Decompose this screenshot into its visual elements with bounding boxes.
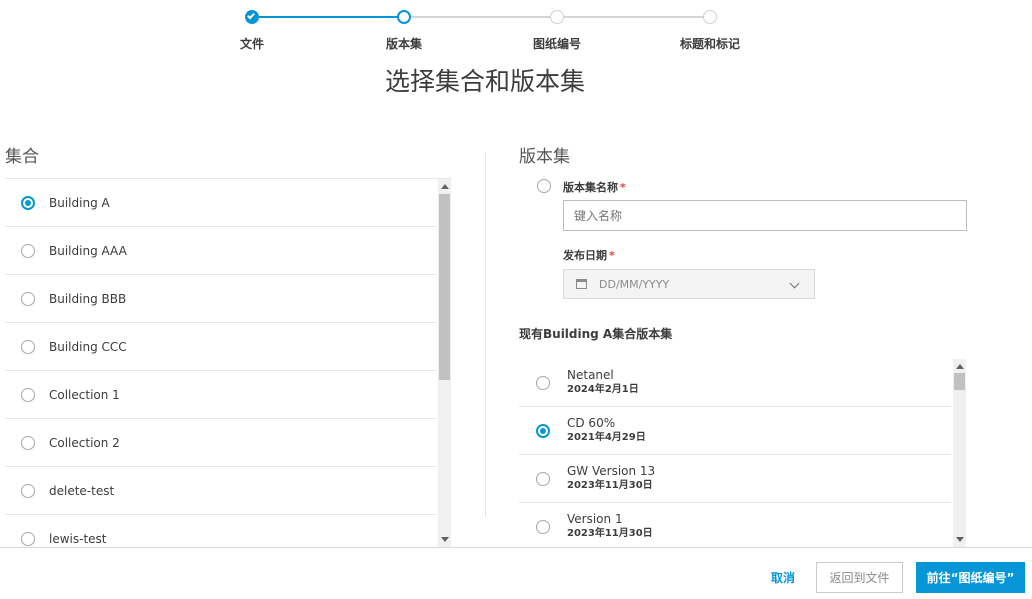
panel-divider [485,152,486,517]
collection-item[interactable]: Building BBB [5,275,437,323]
required-mark: * [620,181,626,194]
version-set-text: CD 60% 2021年4月29日 [567,416,646,445]
version-set-date: 2024年2月1日 [567,384,639,395]
version-set-date: 2023年11月30日 [567,528,653,539]
collection-item[interactable]: Building CCC [5,323,437,371]
collection-label: lewis-test [49,531,107,546]
step-label-titles-tags: 标题和标记 [679,37,740,51]
version-set-text: GW Version 13 2023年11月30日 [567,464,655,493]
step-dot-titles-tags [703,10,717,24]
step-dot-sheet-numbers [550,10,564,24]
new-version-set-radio[interactable] [537,179,551,193]
date-placeholder: DD/MM/YYYY [599,277,670,291]
radio-button[interactable] [21,339,35,354]
radio-button[interactable] [21,435,35,450]
scroll-down-arrow-icon[interactable] [956,537,964,542]
collection-label: Collection 2 [49,435,120,450]
release-date-label-text: 发布日期 [563,249,607,262]
wizard-stepper: 文件 版本集 图纸编号 标题和标记 [0,0,1032,60]
release-date-label: 发布日期 * [563,247,615,263]
version-sets-title: 版本集 [519,147,570,167]
version-set-item[interactable]: Version 1 2023年11月30日 [519,503,951,547]
release-date-picker[interactable]: DD/MM/YYYY [563,269,815,299]
step-connector-2 [411,16,551,18]
step-label-version-set: 版本集 [385,37,422,51]
radio-button[interactable] [21,195,35,210]
cancel-button[interactable]: 取消 [760,562,806,593]
collection-item[interactable]: lewis-test [5,515,437,547]
existing-version-sets-label: 现有Building A集合版本集 [519,327,673,341]
scroll-up-arrow-icon[interactable] [441,184,449,189]
collection-item[interactable]: delete-test [5,467,437,515]
collection-label: Building AAA [49,243,127,258]
version-set-name: Netanel [567,368,614,382]
version-set-name: Version 1 [567,512,623,526]
radio-button[interactable] [21,387,35,402]
scroll-down-arrow-icon[interactable] [441,537,449,542]
version-set-text: Netanel 2024年2月1日 [567,368,639,397]
back-to-files-button[interactable]: 返回到文件 [816,562,903,593]
step-connector-3 [564,16,704,18]
radio-button[interactable] [536,519,550,534]
scroll-up-arrow-icon[interactable] [956,364,964,369]
collection-label: Building CCC [49,339,127,354]
collection-scrollbar-thumb[interactable] [439,194,450,380]
step-label-files: 文件 [239,37,264,51]
existing-version-set-list: Netanel 2024年2月1日 CD 60% 2021年4月29日 GW V… [519,359,967,547]
collection-label: Building A [49,195,110,210]
version-set-text: Version 1 2023年11月30日 [567,512,653,541]
version-set-date: 2023年11月30日 [567,480,653,491]
collection-item[interactable]: Collection 2 [5,419,437,467]
radio-button[interactable] [21,531,35,546]
version-set-name-label: 版本集名称 * [563,179,626,195]
radio-button[interactable] [536,375,550,390]
collection-label: Collection 1 [49,387,120,402]
version-set-scrollbar-thumb[interactable] [954,373,965,390]
check-icon [247,11,255,20]
version-set-name: GW Version 13 [567,464,656,478]
radio-button[interactable] [536,471,550,486]
radio-button[interactable] [536,423,550,438]
version-set-name-input[interactable] [563,200,967,231]
chevron-down-icon[interactable] [789,278,800,289]
step-dot-files [245,10,259,24]
version-set-name: CD 60% [567,416,616,430]
collection-item[interactable]: Building A [5,179,437,227]
collection-item[interactable]: Collection 1 [5,371,437,419]
version-set-name-label-text: 版本集名称 [563,181,618,194]
collection-list: Building A Building AAA Building BBB Bui… [5,178,452,547]
version-set-item[interactable]: CD 60% 2021年4月29日 [519,407,951,455]
radio-button[interactable] [21,243,35,258]
calendar-icon [576,279,587,289]
footer-bar: 取消 返回到文件 前往“图纸编号” [0,547,1032,599]
version-set-date: 2021年4月29日 [567,432,646,443]
step-dot-version-set [397,10,411,24]
radio-button[interactable] [21,291,35,306]
collections-title: 集合 [5,147,39,167]
collection-item[interactable]: Building AAA [5,227,437,275]
step-connector-1 [258,16,398,18]
required-mark: * [609,249,615,262]
version-set-item[interactable]: GW Version 13 2023年11月30日 [519,455,951,503]
step-label-sheet-numbers: 图纸编号 [532,37,581,51]
page-title: 选择集合和版本集 [384,67,585,96]
collection-label: Building BBB [49,291,127,306]
radio-button[interactable] [21,483,35,498]
version-set-item[interactable]: Netanel 2024年2月1日 [519,359,951,407]
go-to-sheet-numbers-button[interactable]: 前往“图纸编号” [916,562,1025,593]
collection-label: delete-test [49,483,115,498]
